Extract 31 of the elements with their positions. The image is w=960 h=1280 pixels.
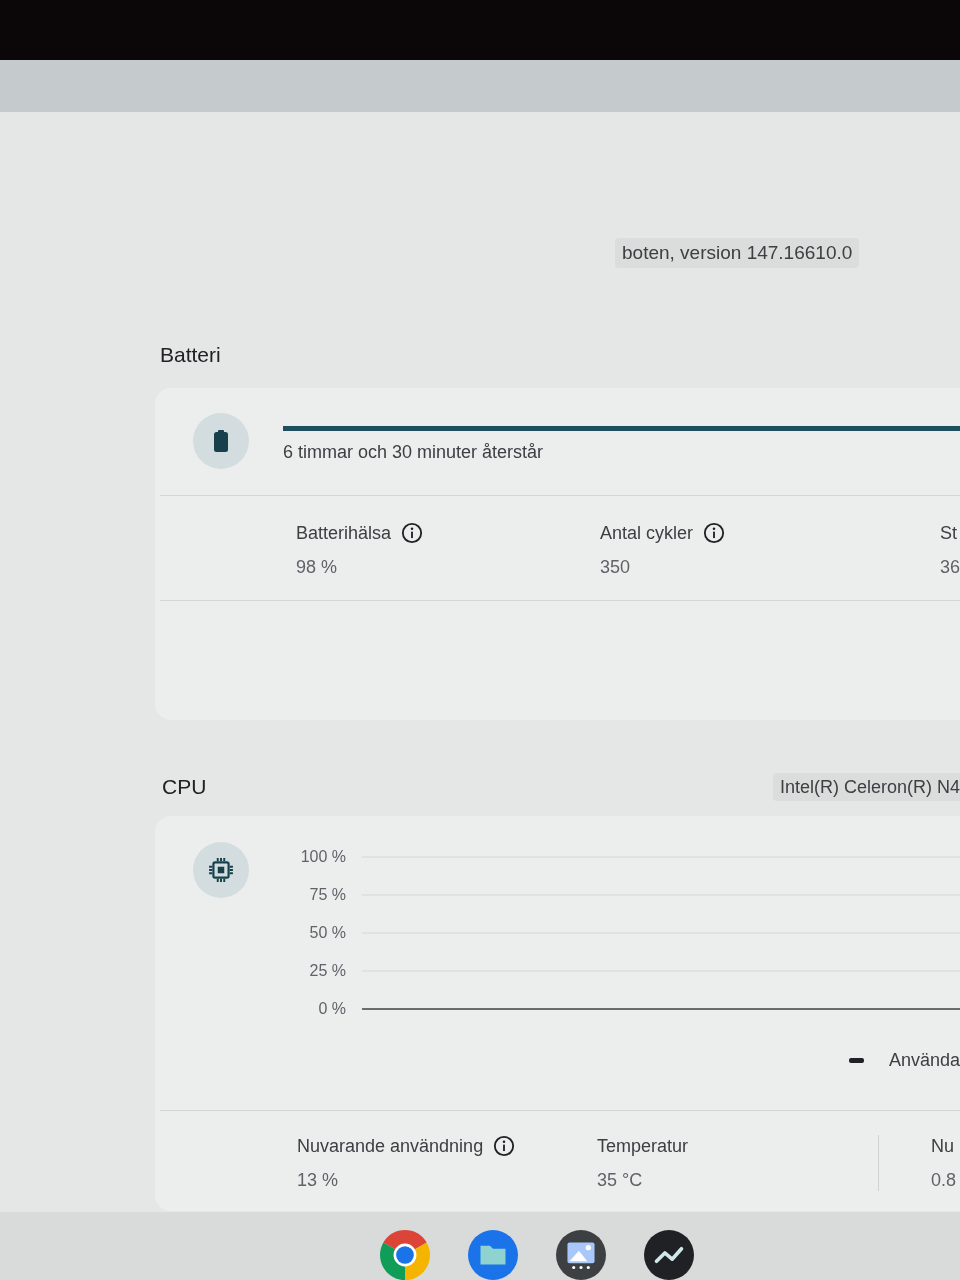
legend-label: Använda [888, 1049, 960, 1071]
image-icon[interactable] [556, 1230, 606, 1280]
browser-icon[interactable] [380, 1230, 430, 1280]
section-title: Batteri [160, 343, 221, 367]
stat-value: 36 [939, 556, 960, 578]
folder-icon[interactable] [468, 1230, 518, 1280]
stat-value: 13 % [297, 1169, 339, 1191]
version-label: boten, version 147.16610.0 [615, 238, 860, 268]
stat-label: Temperatur [597, 1135, 689, 1157]
axis-label: 100 % [300, 848, 346, 866]
time-remaining-text: 6 timmar och 30 minuter återstår [283, 441, 544, 463]
battery-icon [193, 413, 249, 469]
info-icon[interactable] [401, 522, 424, 544]
stat-value: 0.8 [931, 1169, 957, 1191]
axis-label: 75 % [309, 886, 346, 904]
chip-icon [193, 842, 249, 898]
axis-label: 0 % [318, 1000, 346, 1018]
stat-label: Antal cykler [600, 522, 694, 544]
info-icon[interactable] [493, 1135, 516, 1157]
section-title: CPU [162, 775, 207, 799]
axis-label: 50 % [309, 924, 346, 942]
stat-value: 35 °C [597, 1169, 643, 1191]
axis-label: 25 % [309, 962, 346, 980]
stat-label: Nu [931, 1135, 954, 1157]
info-icon[interactable] [703, 522, 726, 544]
stat-value: 350 [600, 556, 631, 578]
stat-label: St [939, 522, 957, 544]
processor-label: Intel(R) Celeron(R) N4 [772, 773, 960, 801]
stat-value: 98 % [296, 556, 338, 578]
stat-label: Nuvarande användning [297, 1135, 484, 1157]
stat-label: Batterihälsa [296, 522, 392, 544]
